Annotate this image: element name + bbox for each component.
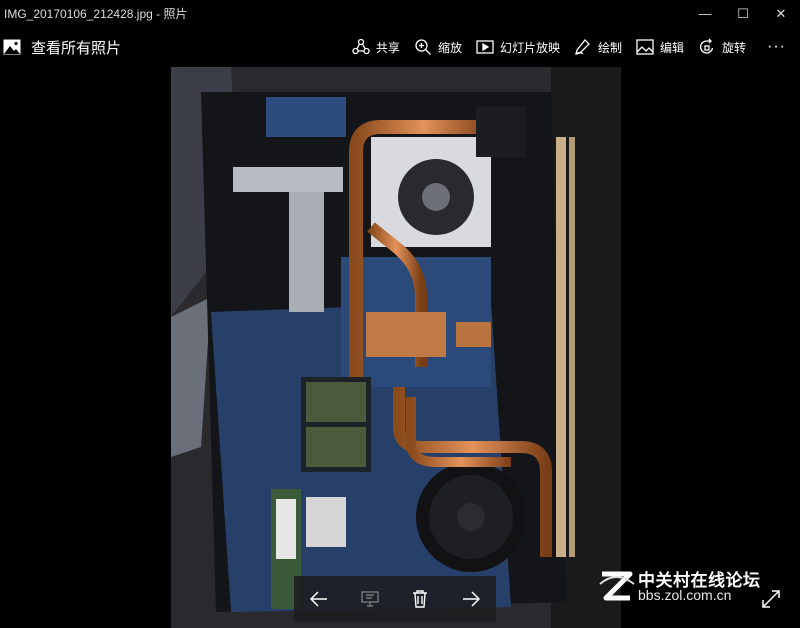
previous-photo-button[interactable] bbox=[299, 579, 339, 619]
view-all-photos-button[interactable]: 查看所有照片 bbox=[0, 27, 121, 67]
trash-icon bbox=[413, 590, 428, 608]
rotate-button[interactable]: 旋转 bbox=[691, 27, 753, 67]
close-icon: ✕ bbox=[775, 5, 787, 21]
zol-watermark: 中关村在线论坛 bbs.zol.com.cn bbox=[596, 566, 786, 606]
photo-navigation-bar bbox=[294, 576, 496, 622]
draw-button[interactable]: 绘制 bbox=[567, 27, 629, 67]
view-all-photos-label: 查看所有照片 bbox=[31, 39, 122, 57]
title-bar: IMG_20170106_212428.jpg - 照片 — ☐ ✕ bbox=[0, 0, 800, 27]
rotate-label: 旋转 bbox=[722, 40, 747, 55]
rotate-icon bbox=[699, 38, 714, 54]
zol-logo-icon bbox=[599, 571, 635, 601]
laptop-motherboard-photo bbox=[171, 67, 621, 628]
maximize-icon: ☐ bbox=[737, 5, 749, 21]
watermark-url: bbs.zol.com.cn bbox=[638, 587, 732, 603]
minimize-button[interactable]: — bbox=[686, 0, 724, 27]
maximize-button[interactable]: ☐ bbox=[724, 0, 762, 27]
more-icon: ··· bbox=[767, 38, 786, 55]
toolbar: 查看所有照片 共享 缩放 幻灯片放映 绘制 编辑 旋转 ··· bbox=[0, 27, 800, 67]
photos-app-icon bbox=[3, 39, 21, 55]
edit-image-icon bbox=[636, 39, 654, 55]
close-button[interactable]: ✕ bbox=[762, 0, 800, 27]
zoom-icon bbox=[415, 39, 431, 55]
present-icon bbox=[361, 591, 379, 607]
delete-button[interactable] bbox=[400, 579, 440, 619]
edit-button[interactable]: 编辑 bbox=[629, 27, 691, 67]
arrow-left-icon bbox=[310, 591, 328, 607]
fullscreen-button[interactable] bbox=[760, 588, 782, 610]
draw-label: 绘制 bbox=[597, 40, 622, 55]
zoom-label: 缩放 bbox=[437, 40, 462, 55]
arrow-right-icon bbox=[462, 591, 480, 607]
slideshow-icon bbox=[476, 40, 494, 54]
toolbar-actions: 共享 缩放 幻灯片放映 绘制 编辑 旋转 ··· bbox=[345, 27, 800, 67]
share-button[interactable]: 共享 bbox=[345, 27, 407, 67]
share-icon bbox=[352, 38, 370, 55]
share-label: 共享 bbox=[375, 40, 400, 55]
next-photo-button[interactable] bbox=[451, 579, 491, 619]
slideshow-label: 幻灯片放映 bbox=[499, 40, 560, 55]
pen-icon bbox=[575, 39, 590, 55]
edit-label: 编辑 bbox=[659, 40, 684, 55]
expand-icon bbox=[762, 590, 780, 608]
zoom-button[interactable]: 缩放 bbox=[407, 27, 469, 67]
more-options-button[interactable]: ··· bbox=[753, 27, 800, 67]
slideshow-button[interactable]: 幻灯片放映 bbox=[469, 27, 567, 67]
photo-viewer-image[interactable] bbox=[171, 67, 621, 628]
present-button[interactable] bbox=[350, 579, 390, 619]
minimize-icon: — bbox=[698, 6, 712, 21]
window-title: IMG_20170106_212428.jpg - 照片 bbox=[4, 7, 188, 21]
